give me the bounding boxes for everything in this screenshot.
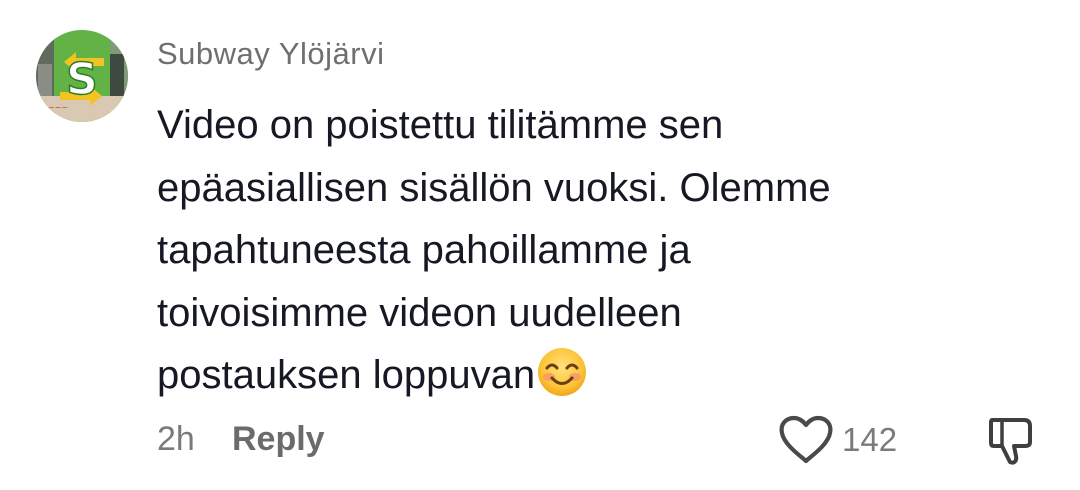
dislike-button[interactable] xyxy=(984,412,1040,468)
thumbs-down-icon xyxy=(989,418,1032,465)
comment-text-line: Video on poistettu tilitämme sen xyxy=(157,103,724,147)
comment-text-line: toivoisimme videon uudelleen xyxy=(157,290,682,335)
svg-text:S: S xyxy=(66,54,98,105)
comment-text-line-content: postauksen loppuvan xyxy=(157,353,536,397)
author-name[interactable]: Subway Ylöjärvi xyxy=(157,36,384,72)
smiling-face-emoji-icon xyxy=(538,348,587,396)
comment-text-line: tapahtuneesta pahoillamme ja xyxy=(157,228,691,272)
heart-outline-icon xyxy=(779,415,833,464)
subway-logo-icon: S ~~~ xyxy=(36,30,128,122)
like-count: 142 xyxy=(842,421,898,458)
reply-button[interactable]: Reply xyxy=(232,420,325,459)
author-avatar[interactable]: S ~~~ xyxy=(36,30,128,122)
comment-text-line: epäasiallisen sisällön vuoksi. Olemme xyxy=(157,165,831,210)
svg-text:~~~: ~~~ xyxy=(48,103,68,112)
comment-text: Video on poistettu tilitämme sen epäasia… xyxy=(157,94,957,407)
comment-text-line-last: postauksen loppuvan xyxy=(157,344,957,407)
like-button[interactable]: 142 xyxy=(778,412,897,468)
comment-item: S ~~~ Subway Ylöjärvi Video on poistettu… xyxy=(0,0,1080,490)
comment-timestamp: 2h xyxy=(157,420,195,458)
